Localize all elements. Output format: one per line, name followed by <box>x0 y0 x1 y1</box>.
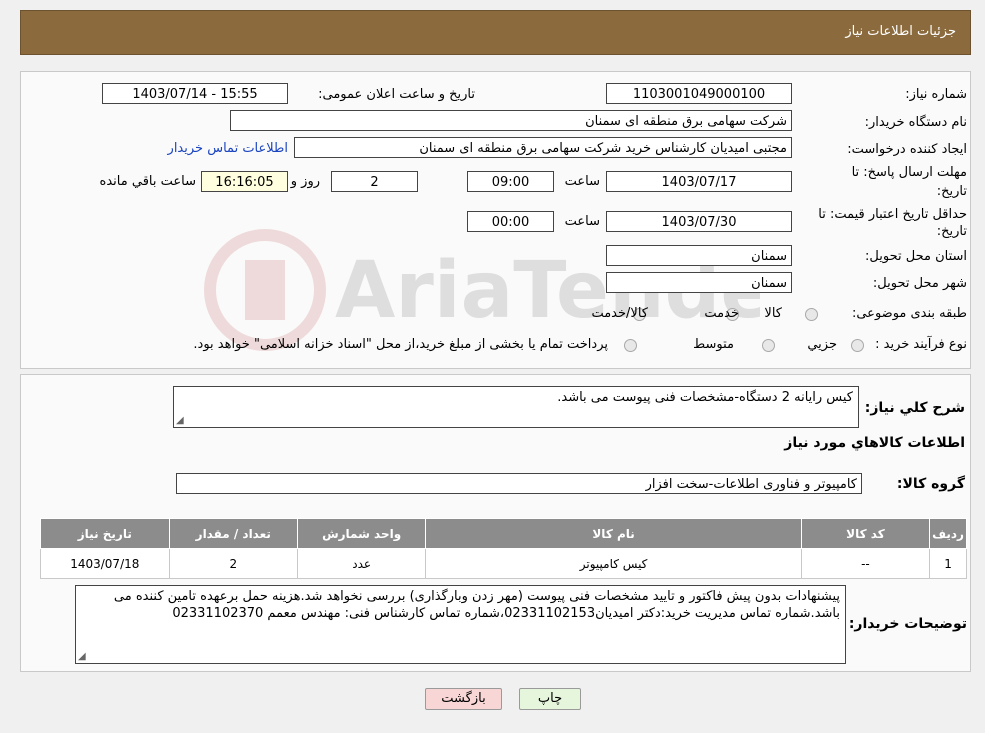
goods-group-label: گروه کالا: <box>896 476 965 492</box>
cell-code: -- <box>800 548 931 579</box>
buyer-org-label: نام دستگاه خریدار: <box>864 115 967 130</box>
validity-date-field: 1403/07/30 <box>606 211 792 232</box>
cell-row: 1 <box>929 548 967 579</box>
page-title: جزئیات اطلاعات نیاز <box>845 24 956 39</box>
cell-unit: عدد <box>296 548 427 579</box>
col-code-header: کد کالا <box>800 518 931 549</box>
days-field: 2 <box>331 171 418 192</box>
col-quantity-header: تعداد / مقدار <box>168 518 298 549</box>
items-table: ردیف کد کالا نام کالا واحد شمارش تعداد /… <box>40 518 967 579</box>
buyer-notes-label: توضیحات خریدار: <box>848 616 967 632</box>
days-label: روز و <box>290 174 320 189</box>
remaining-label: ساعت باقي مانده <box>99 174 196 189</box>
col-row-header: ردیف <box>929 518 967 549</box>
buyer-org-field: شرکت سهامی برق منطقه ای سمنان <box>230 110 792 131</box>
remaining-time-field: 16:16:05 <box>201 171 288 192</box>
category-option-goods-service: کالا/خدمت <box>591 306 648 321</box>
description-textarea: کیس رایانه 2 دستگاه-مشخصات فنی پیوست می … <box>173 386 859 428</box>
process-radio-medium[interactable] <box>762 339 775 352</box>
process-radio-minor[interactable] <box>851 339 864 352</box>
description-label: شرح کلي نياز: <box>864 400 965 416</box>
buyer-contact-link[interactable]: اطلاعات تماس خریدار <box>168 141 288 156</box>
table-header-row: ردیف کد کالا نام کالا واحد شمارش تعداد /… <box>40 518 967 549</box>
cell-quantity: 2 <box>168 548 298 579</box>
cell-name: کیس کامپیوتر <box>425 548 802 579</box>
buyer-notes-textarea: پیشنهادات بدون پیش فاکتور و تایید مشخصات… <box>75 585 846 664</box>
back-button[interactable]: بازگشت <box>425 688 502 710</box>
col-unit-header: واحد شمارش <box>296 518 427 549</box>
goods-group-field: کامپیوتر و فناوری اطلاعات-سخت افزار <box>176 473 862 494</box>
page-header: جزئیات اطلاعات نیاز <box>20 10 971 55</box>
need-number-label: شماره نیاز: <box>905 87 967 102</box>
table-row: 1 -- کیس کامپیوتر عدد 2 1403/07/18 <box>40 548 967 579</box>
resize-grip-icon[interactable]: ◢ <box>176 416 184 426</box>
process-radio-treasury[interactable] <box>624 339 637 352</box>
deadline-label: مهلت ارسال پاسخ: تا <box>851 165 967 180</box>
cell-date: 1403/07/18 <box>40 548 170 579</box>
category-radio-goods[interactable] <box>805 308 818 321</box>
need-number-field: 1103001049000100 <box>606 83 792 104</box>
process-option-medium: متوسط <box>693 337 734 352</box>
description-text: کیس رایانه 2 دستگاه-مشخصات فنی پیوست می … <box>557 390 853 405</box>
announce-field: 1403/07/14 - 15:55 <box>102 83 288 104</box>
process-option-minor: جزيي <box>807 337 837 352</box>
process-note: پرداخت تمام یا بخشی از مبلغ خرید،از محل … <box>193 337 608 352</box>
col-date-header: تاریخ نیاز <box>40 518 170 549</box>
buyer-notes-text: پیشنهادات بدون پیش فاکتور و تایید مشخصات… <box>113 589 840 621</box>
validity-time-field: 00:00 <box>467 211 554 232</box>
creator-field: مجتبی امیدیان کارشناس خرید شرکت سهامی بر… <box>294 137 792 158</box>
col-name-header: نام کالا <box>425 518 802 549</box>
deadline-time-field: 09:00 <box>467 171 554 192</box>
validity-time-label: ساعت <box>564 214 600 229</box>
deadline-date-field: 1403/07/17 <box>606 171 792 192</box>
validity-label-2: تاریخ: <box>936 224 967 239</box>
category-label: طبقه بندی موضوعی: <box>851 306 967 321</box>
category-option-goods: کالا <box>764 306 782 321</box>
goods-info-title: اطلاعات کالاهاي مورد نياز <box>784 435 965 451</box>
validity-label: حداقل تاریخ اعتبار قیمت: تا <box>818 207 967 222</box>
province-field: سمنان <box>606 245 792 266</box>
city-label: شهر محل تحویل: <box>872 276 967 291</box>
deadline-label-2: تاریخ: <box>936 184 967 199</box>
resize-grip-icon[interactable]: ◢ <box>78 652 86 662</box>
process-label: نوع فرآیند خرید : <box>875 337 967 352</box>
province-label: استان محل تحویل: <box>865 249 967 264</box>
announce-label: تاریخ و ساعت اعلان عمومی: <box>318 87 475 102</box>
print-button[interactable]: چاپ <box>519 688 581 710</box>
deadline-time-label: ساعت <box>564 174 600 189</box>
category-option-service: خدمت <box>704 306 739 321</box>
city-field: سمنان <box>606 272 792 293</box>
creator-label: ایجاد کننده درخواست: <box>847 142 967 157</box>
